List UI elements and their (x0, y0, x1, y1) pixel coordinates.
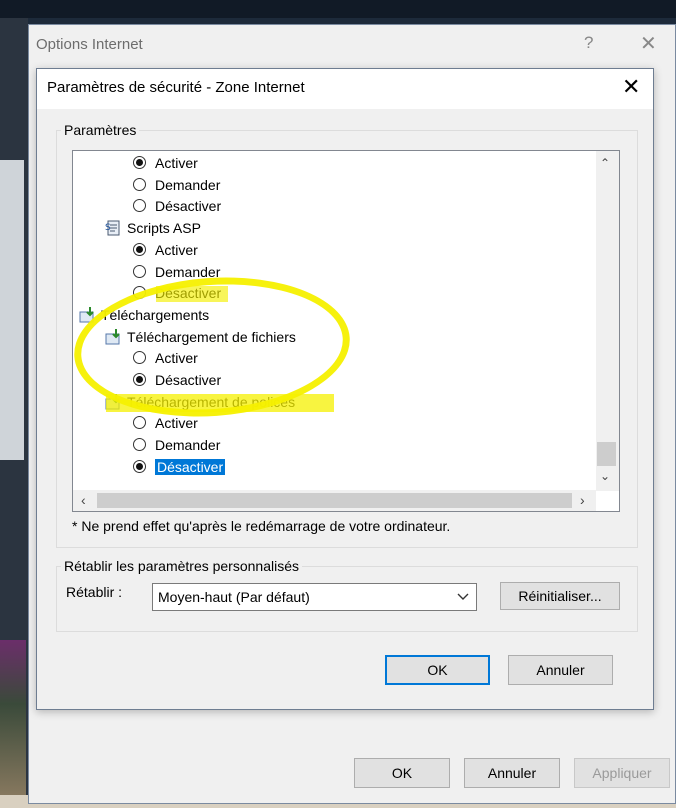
radio-checked-icon[interactable] (133, 156, 146, 169)
reset-group-label: Rétablir les paramètres personnalisés (61, 558, 302, 574)
chevron-down-icon (457, 593, 469, 600)
reset-level-value: Moyen-haut (Par défaut) (158, 589, 310, 605)
vertical-scroll-thumb[interactable] (597, 442, 616, 466)
radio-option[interactable]: Activer (133, 240, 198, 260)
background-window-panel (0, 160, 24, 460)
horizontal-scroll-thumb[interactable] (97, 493, 572, 508)
radio-option[interactable]: Demander (133, 175, 220, 195)
radio-option[interactable]: Désactiver (133, 457, 226, 477)
window-title: Options Internet (36, 36, 143, 53)
scroll-down-icon[interactable]: ⌄ (600, 469, 610, 483)
outer-apply-button[interactable]: Appliquer (574, 758, 670, 788)
tree-category[interactable]: S Scripts ASP (105, 218, 201, 238)
background-image (0, 640, 26, 800)
help-button[interactable]: ? (584, 33, 593, 53)
radio-option[interactable]: Activer (133, 153, 198, 173)
settings-group-label: Paramètres (61, 122, 140, 138)
outer-cancel-button[interactable]: Annuler (464, 758, 560, 788)
tree-item-label: Désactiver (155, 198, 222, 215)
radio-checked-icon[interactable] (133, 459, 146, 473)
outer-close-button[interactable]: ✕ (640, 31, 657, 56)
radio-option[interactable]: Demander (133, 435, 220, 455)
dialog-title: Paramètres de sécurité - Zone Internet (47, 79, 305, 96)
dialog-ok-button[interactable]: OK (385, 655, 490, 685)
radio-unchecked-icon[interactable] (133, 416, 146, 430)
scroll-left-icon[interactable]: ‹ (81, 492, 86, 508)
outer-ok-button[interactable]: OK (354, 758, 450, 788)
radio-unchecked-icon[interactable] (133, 438, 146, 452)
radio-unchecked-icon[interactable] (133, 177, 146, 191)
reset-level-select[interactable]: Moyen-haut (Par défaut) (152, 583, 477, 611)
tree-item-label: Activer (155, 155, 198, 171)
scroll-up-icon[interactable]: ⌃ (600, 156, 610, 170)
svg-text:S: S (105, 223, 111, 233)
tree-item-label: Demander (155, 176, 221, 193)
radio-unchecked-icon[interactable] (133, 264, 146, 278)
script-icon: S (105, 220, 120, 236)
desktop-background (0, 0, 676, 18)
tree-item-label: Scripts ASP (127, 220, 201, 237)
radio-checked-icon[interactable] (133, 242, 146, 256)
tree-item-label: Activer (155, 241, 198, 258)
tree-item-label: Désactiver (155, 458, 226, 475)
tree-item-label: Activer (155, 415, 198, 432)
dialog-close-button[interactable]: ✕ (622, 74, 640, 100)
vertical-scrollbar[interactable] (596, 151, 619, 491)
radio-option[interactable]: Désactiver (133, 196, 221, 216)
reset-button[interactable]: Réinitialiser... (500, 582, 620, 610)
dialog-cancel-button[interactable]: Annuler (508, 655, 613, 685)
restart-note: * Ne prend effet qu'après le redémarrage… (72, 518, 451, 534)
tree-item-label: Demander (155, 437, 221, 454)
scroll-right-icon[interactable]: › (580, 492, 585, 508)
radio-unchecked-icon[interactable] (133, 199, 146, 213)
reset-label: Rétablir : (66, 584, 123, 600)
